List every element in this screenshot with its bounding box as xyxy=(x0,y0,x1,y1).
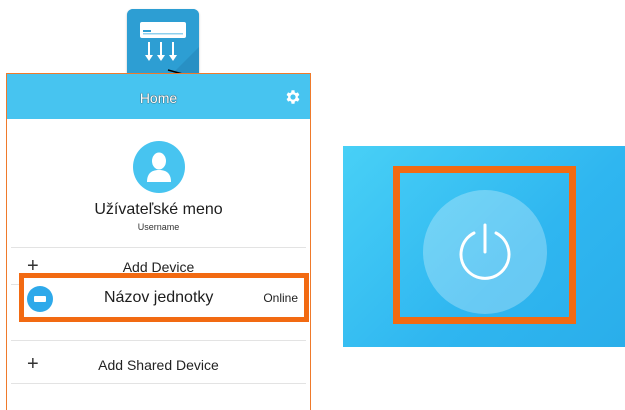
divider xyxy=(11,383,306,384)
app-icon[interactable] xyxy=(127,9,199,79)
profile-username-label: Username xyxy=(137,222,180,232)
air-conditioner-icon xyxy=(27,286,53,312)
user-icon xyxy=(147,152,171,182)
add-shared-device-label: Add Shared Device xyxy=(98,357,219,373)
device-row[interactable]: Názov jednotky Online xyxy=(19,273,309,322)
profile-name: Užívateľské meno xyxy=(94,201,223,218)
page-title: Home xyxy=(139,90,178,106)
gear-icon[interactable] xyxy=(284,88,302,106)
avatar[interactable] xyxy=(133,141,185,193)
device-name: Názov jednotky xyxy=(104,289,214,306)
phone-screen: Home Užívateľské meno Username + Add Dev… xyxy=(6,73,311,410)
air-conditioner-app-icon xyxy=(127,9,199,79)
power-control-panel xyxy=(343,146,625,347)
divider xyxy=(11,247,306,248)
highlight-box xyxy=(393,166,576,324)
divider xyxy=(11,340,306,341)
app-header: Home xyxy=(7,74,310,119)
device-status: Online xyxy=(263,291,298,305)
